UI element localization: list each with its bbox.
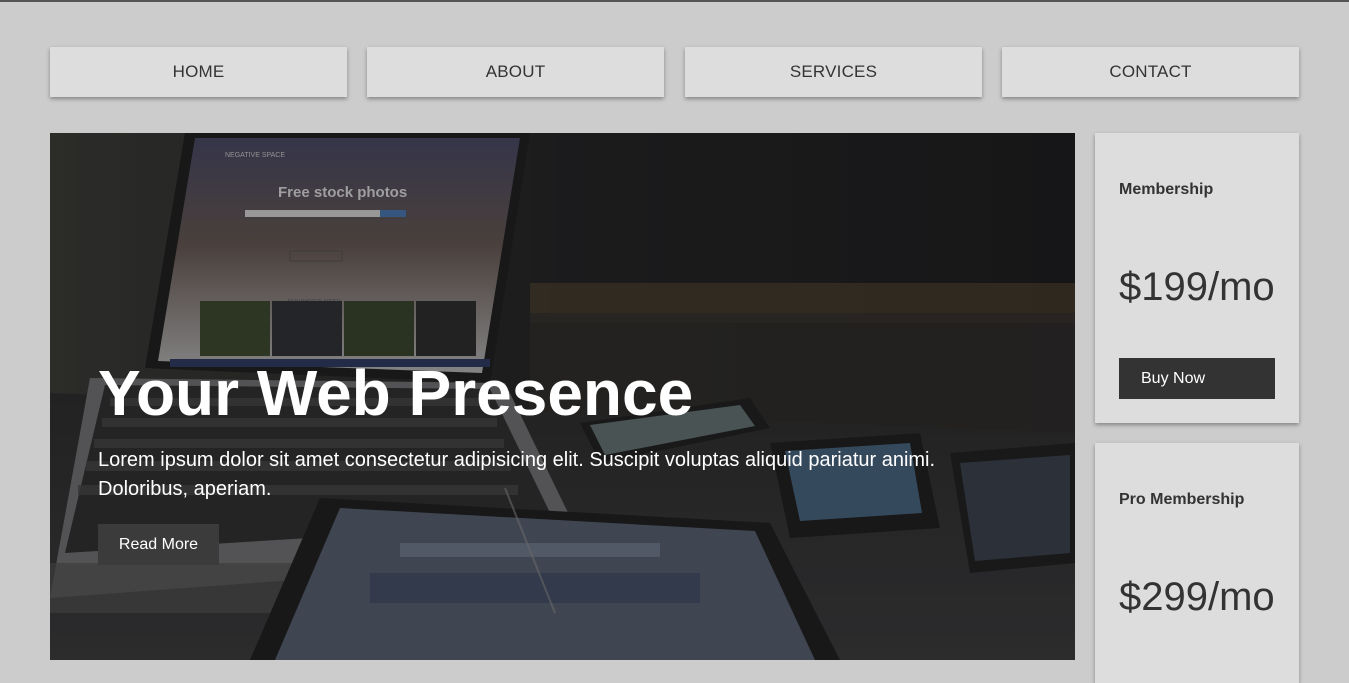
hero-title: Your Web Presence (98, 357, 694, 429)
hero-description: Lorem ipsum dolor sit amet consectetur a… (98, 449, 936, 500)
nav-contact[interactable]: CONTACT (1002, 47, 1299, 97)
nav-services[interactable]: SERVICES (685, 47, 982, 97)
pro-membership-title: Pro Membership (1119, 491, 1245, 508)
pro-membership-price: $299/mo (1119, 575, 1275, 619)
pro-membership-card: Pro Membership $299/mo (1095, 443, 1299, 683)
main-nav: HOME ABOUT SERVICES CONTACT (50, 47, 1300, 99)
read-more-button[interactable]: Read More (98, 524, 219, 565)
hero-banner: NEGATIVE SPACE Free stock photos NEW PHO… (50, 133, 1075, 660)
buy-now-button[interactable]: Buy Now (1119, 358, 1275, 399)
nav-home[interactable]: HOME (50, 47, 347, 97)
membership-card: Membership $199/mo Buy Now (1095, 133, 1299, 423)
nav-about[interactable]: ABOUT (367, 47, 664, 97)
membership-title: Membership (1119, 181, 1214, 198)
membership-price: $199/mo (1119, 265, 1275, 309)
